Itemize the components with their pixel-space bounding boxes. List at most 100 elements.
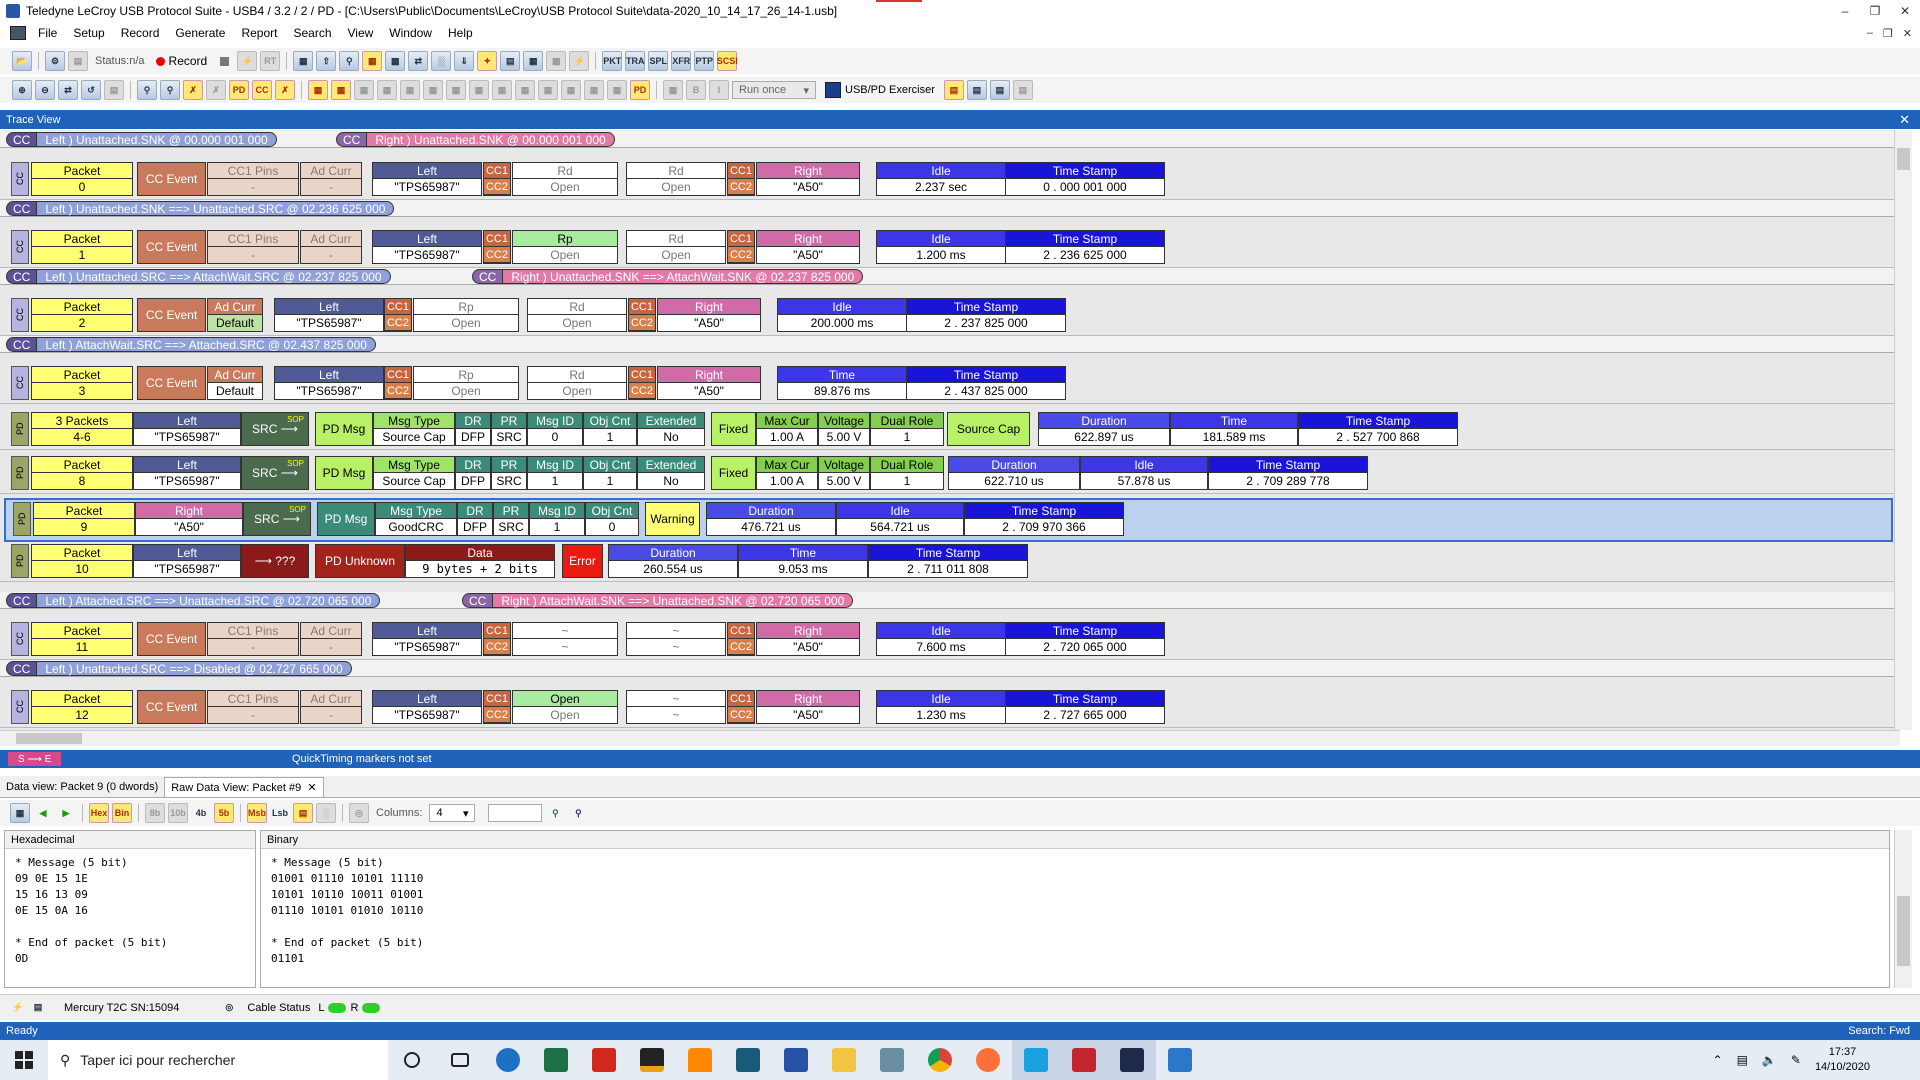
save-icon[interactable]: ▦: [10, 803, 30, 823]
trace-area[interactable]: CC Left ) Unattached.SNK @ 00.000 001 000…: [0, 130, 1900, 730]
filter-icon[interactable]: ⚲: [339, 51, 360, 71]
pd-packet-row[interactable]: PD Packet 10 Left "TPS65987" ⟶ ??? PD Unkn…: [0, 544, 1895, 582]
close-button[interactable]: ✕: [1890, 0, 1920, 22]
document-icon[interactable]: [10, 26, 26, 40]
sop-filter-icon[interactable]: ✗: [275, 80, 295, 100]
rt-stats-icon[interactable]: RT: [260, 51, 281, 71]
xfr-icon[interactable]: XFR: [671, 51, 692, 71]
taskbar-app-explorer[interactable]: [820, 1040, 868, 1080]
option-icon-10[interactable]: ▦: [561, 80, 581, 100]
mdi-restore-icon[interactable]: ❐: [1883, 27, 1893, 40]
collapse-icon[interactable]: ↺: [81, 80, 101, 100]
bus-icon[interactable]: ▤: [500, 51, 521, 71]
layout-icon-3[interactable]: ▤: [989, 80, 1010, 100]
stop-icon[interactable]: [214, 51, 234, 71]
bold-icon[interactable]: B: [686, 80, 706, 100]
columns-select[interactable]: 4 ▾: [429, 804, 476, 822]
menu-generate[interactable]: Generate: [167, 26, 233, 40]
table-icon[interactable]: ▦: [523, 51, 544, 71]
align-icon[interactable]: ▤: [293, 803, 313, 823]
ptp-icon[interactable]: PTP: [694, 51, 715, 71]
zoom-out-icon[interactable]: ⊖: [35, 80, 55, 100]
find-next-icon[interactable]: ⚲: [160, 80, 180, 100]
open-icon[interactable]: 📂: [12, 51, 32, 71]
format-icon[interactable]: ◎: [349, 803, 369, 823]
display-options-icon[interactable]: ▦: [308, 80, 328, 100]
taskbar-app-7[interactable]: [772, 1040, 820, 1080]
start-button[interactable]: [0, 1040, 48, 1080]
pd-packet-row[interactable]: PD Packet 8 Left "TPS65987" SRC ⟶ SOP PD Ms…: [0, 456, 1895, 494]
trace-vertical-scrollbar[interactable]: [1894, 130, 1912, 730]
transition-row[interactable]: CC Left ) AttachWait.SRC ==> Attached.SRC…: [0, 336, 1895, 353]
cc-packet-row[interactable]: CC Packet 1 CC Event CC1 Pins - Ad Curr - L…: [0, 230, 1895, 268]
pd-filter-icon[interactable]: PD: [229, 80, 249, 100]
cc-packet-row[interactable]: CC Packet 0 CC Event CC1 Pins - Ad Curr - L…: [0, 162, 1895, 200]
tab-data-view[interactable]: Data view: Packet 9 (0 dwords): [0, 777, 164, 797]
taskbar-app-vlc[interactable]: [676, 1040, 724, 1080]
pd-packet-row[interactable]: PD 3 Packets 4-6 Left "TPS65987" SRC ⟶ SOP …: [0, 412, 1895, 450]
option-icon-4[interactable]: ▦: [423, 80, 443, 100]
cc-packet-row[interactable]: CC Packet 2 CC Event Ad Curr Default Left "…: [0, 298, 1895, 336]
scsi-icon[interactable]: SCSI: [717, 51, 738, 71]
mdi-minimize-icon[interactable]: –: [1867, 27, 1873, 39]
option-icon-3[interactable]: ▦: [400, 80, 420, 100]
grid-icon[interactable]: ▩: [546, 51, 567, 71]
quicktiming-se-button[interactable]: S ⟶ E: [8, 752, 62, 766]
layout-icon-1[interactable]: ▤: [943, 80, 964, 100]
scroll-thumb[interactable]: [1897, 896, 1910, 966]
layout-icon-2[interactable]: ▤: [966, 80, 987, 100]
msb-button[interactable]: Msb: [247, 803, 267, 823]
goto-input[interactable]: [488, 804, 543, 822]
cc-filter-icon[interactable]: CC: [252, 80, 272, 100]
menu-help[interactable]: Help: [440, 26, 481, 40]
taskbar-search[interactable]: ⚲ Taper ici pour rechercher: [48, 1040, 388, 1080]
taskbar-app-4[interactable]: [628, 1040, 676, 1080]
usb-pd-exerciser-button[interactable]: USB/PD Exerciser: [819, 82, 941, 98]
hex-button[interactable]: Hex: [89, 803, 109, 823]
menu-window[interactable]: Window: [381, 26, 440, 40]
chart-icon[interactable]: ░: [316, 803, 336, 823]
pd-packet-row-selected[interactable]: PD Packet 9 Right "A50" SRC ⟶ SOP PD Msg Ms…: [4, 498, 1893, 542]
record-button[interactable]: Record: [152, 54, 212, 68]
binary-pane[interactable]: Binary * Message (5 bit) 01001 01110 101…: [260, 830, 1890, 988]
option-icon-1[interactable]: ▦: [354, 80, 374, 100]
transition-row[interactable]: CC Left ) Unattached.SRC ==> AttachWait.S…: [0, 268, 1895, 285]
trace-horizontal-scrollbar[interactable]: [0, 730, 1900, 746]
italic-icon[interactable]: I: [709, 80, 729, 100]
bin-button[interactable]: Bin: [112, 803, 132, 823]
chevron-up-icon[interactable]: ⌃: [1713, 1053, 1723, 1067]
find-icon[interactable]: ⚲: [137, 80, 157, 100]
taskbar-app-acrobat[interactable]: [580, 1040, 628, 1080]
menu-view[interactable]: View: [340, 26, 382, 40]
layout-icon-4[interactable]: ▤: [1012, 80, 1033, 100]
decode-icon[interactable]: ▦: [362, 51, 383, 71]
menu-setup[interactable]: Setup: [65, 26, 112, 40]
taskbar-app-chrome[interactable]: [916, 1040, 964, 1080]
prev-packet-icon[interactable]: ◀: [33, 803, 53, 823]
taskbar-app-9[interactable]: [868, 1040, 916, 1080]
network-icon[interactable]: ▤: [1737, 1053, 1748, 1067]
restore-button[interactable]: ❐: [1860, 0, 1890, 22]
lsb-button[interactable]: Lsb: [270, 803, 290, 823]
hide-chirp-icon[interactable]: ✗: [206, 80, 226, 100]
tab-raw-data-view[interactable]: Raw Data View: Packet #9 ✕: [164, 777, 324, 797]
power-icon[interactable]: ⚡: [569, 51, 590, 71]
pkt-icon[interactable]: PKT: [602, 51, 623, 71]
close-trace-view-icon[interactable]: ✕: [1899, 112, 1910, 128]
scroll-thumb[interactable]: [1897, 148, 1910, 170]
export-icon[interactable]: ⇧: [316, 51, 337, 71]
taskbar-app-15[interactable]: [1156, 1040, 1204, 1080]
minimize-button[interactable]: –: [1830, 0, 1860, 22]
option-icon-5[interactable]: ▦: [446, 80, 466, 100]
option-icon-12[interactable]: ▦: [607, 80, 627, 100]
analyzer-icon[interactable]: ⚙: [45, 51, 65, 71]
next-packet-icon[interactable]: ▶: [56, 803, 76, 823]
option-icon-9[interactable]: ▦: [538, 80, 558, 100]
tra-icon[interactable]: TRA: [625, 51, 646, 71]
option-icon-2[interactable]: ▦: [377, 80, 397, 100]
menu-record[interactable]: Record: [113, 26, 168, 40]
scroll-thumb[interactable]: [16, 733, 82, 744]
cc-packet-row[interactable]: CC Packet 11 CC Event CC1 Pins - Ad Curr - …: [0, 622, 1895, 660]
copy-icon[interactable]: ▤: [104, 80, 124, 100]
transition-row[interactable]: CC Left ) Unattached.SRC ==> Disabled @ 0…: [0, 660, 1895, 677]
